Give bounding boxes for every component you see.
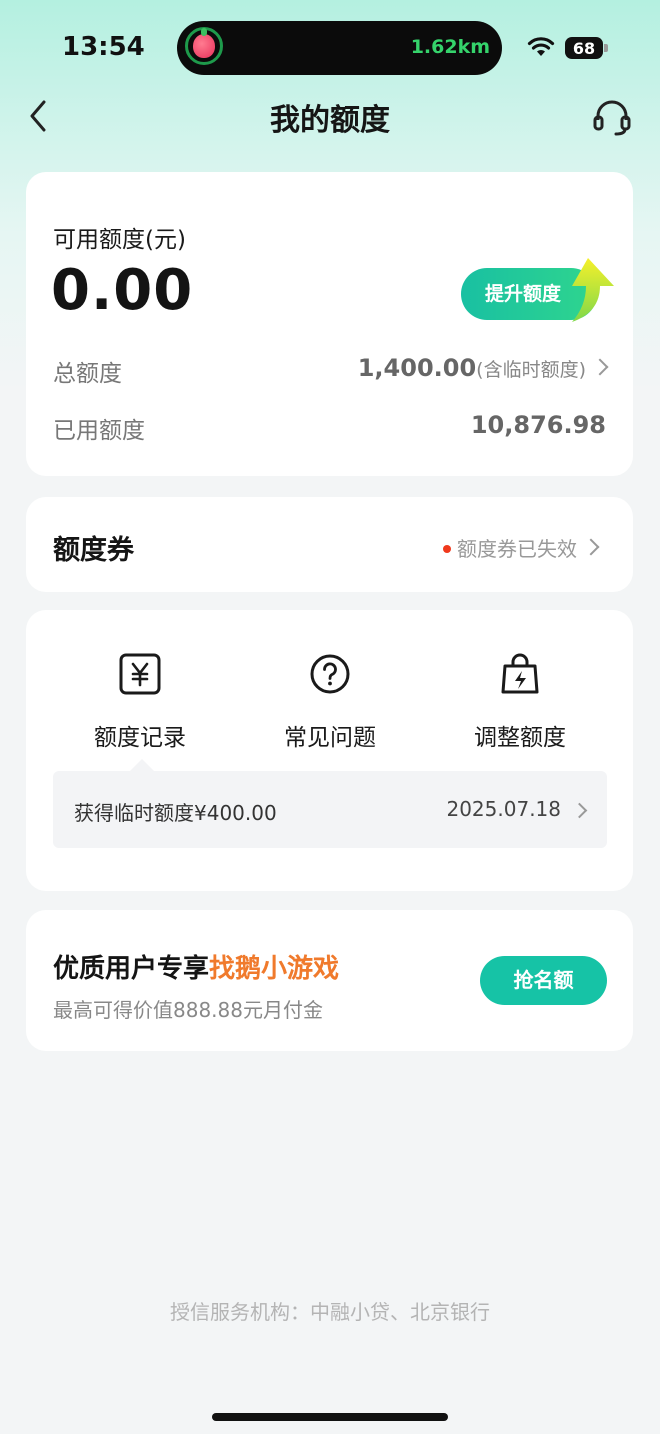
yuan-receipt-icon <box>119 653 161 695</box>
latest-record-item[interactable]: 获得临时额度¥400.00 2025.07.18 <box>53 759 607 848</box>
promo-title: 优质用户专享找鹅小游戏 <box>53 948 339 985</box>
chevron-right-icon <box>582 538 600 556</box>
features-card: 额度记录 常见问题 调整额度 获得临时额度¥400.00 2025.07.18 <box>26 610 633 891</box>
quota-card: 可用额度(元) 0.00 提升额度 总额度 1,400.00(含临时额度) 已用… <box>26 172 633 476</box>
feature-faq[interactable]: 常见问题 <box>260 652 400 752</box>
page-title: 我的额度 <box>270 103 390 138</box>
chevron-right-icon <box>591 358 609 376</box>
promo-title-prefix: 优质用户专享 <box>53 954 210 984</box>
battery-cap <box>604 44 608 52</box>
promo-card: 优质用户专享找鹅小游戏 最高可得价值888.88元月付金 抢名额 <box>26 910 633 1051</box>
island-distance: 1.62km <box>410 36 490 58</box>
used-quota-label: 已用额度 <box>53 418 145 444</box>
feature-label: 调整额度 <box>474 725 566 751</box>
coupon-status-text: 额度券已失效 <box>457 537 577 561</box>
chevron-right-icon <box>571 802 588 819</box>
bag-lightning-icon <box>501 653 539 694</box>
available-quota-label: 可用额度(元) <box>53 227 186 253</box>
total-quota-note: (含临时额度) <box>476 359 586 381</box>
coupon-status[interactable]: 额度券已失效 <box>443 533 600 562</box>
battery-indicator: 68 <box>565 37 603 59</box>
up-arrow-icon <box>572 258 614 322</box>
customer-service-headset-icon[interactable] <box>592 98 632 138</box>
total-quota-value: 1,400.00 <box>357 354 477 382</box>
credit-institution-note: 授信服务机构：中融小贷、北京银行 <box>170 1300 490 1324</box>
total-quota-label: 总额度 <box>53 361 122 387</box>
fitness-ring-icon <box>185 27 223 65</box>
dynamic-island[interactable]: 1.62km <box>177 21 502 75</box>
coupon-title: 额度券 <box>53 535 134 566</box>
feature-label: 常见问题 <box>284 725 376 751</box>
feature-adjust-quota[interactable]: 调整额度 <box>450 652 590 752</box>
coupon-card[interactable]: 额度券 额度券已失效 <box>26 497 633 592</box>
record-text: 获得临时额度¥400.00 <box>74 801 277 825</box>
wifi-icon <box>527 37 555 56</box>
alert-dot-icon <box>443 545 451 553</box>
promo-title-highlight: 找鹅小游戏 <box>209 954 340 984</box>
promo-subtitle: 最高可得价值888.88元月付金 <box>53 998 323 1022</box>
grab-slot-button[interactable]: 抢名额 <box>480 956 607 1005</box>
available-quota-amount: 0.00 <box>51 258 194 323</box>
feature-quota-record[interactable]: 额度记录 <box>70 652 210 752</box>
home-indicator[interactable] <box>212 1413 448 1421</box>
record-date: 2025.07.18 <box>446 797 561 821</box>
status-time: 13:54 <box>62 32 145 62</box>
used-quota-value: 10,876.98 <box>470 411 606 439</box>
total-quota-row[interactable]: 1,400.00(含临时额度) <box>357 354 609 382</box>
question-circle-icon <box>310 654 350 694</box>
feature-label: 额度记录 <box>94 725 186 751</box>
